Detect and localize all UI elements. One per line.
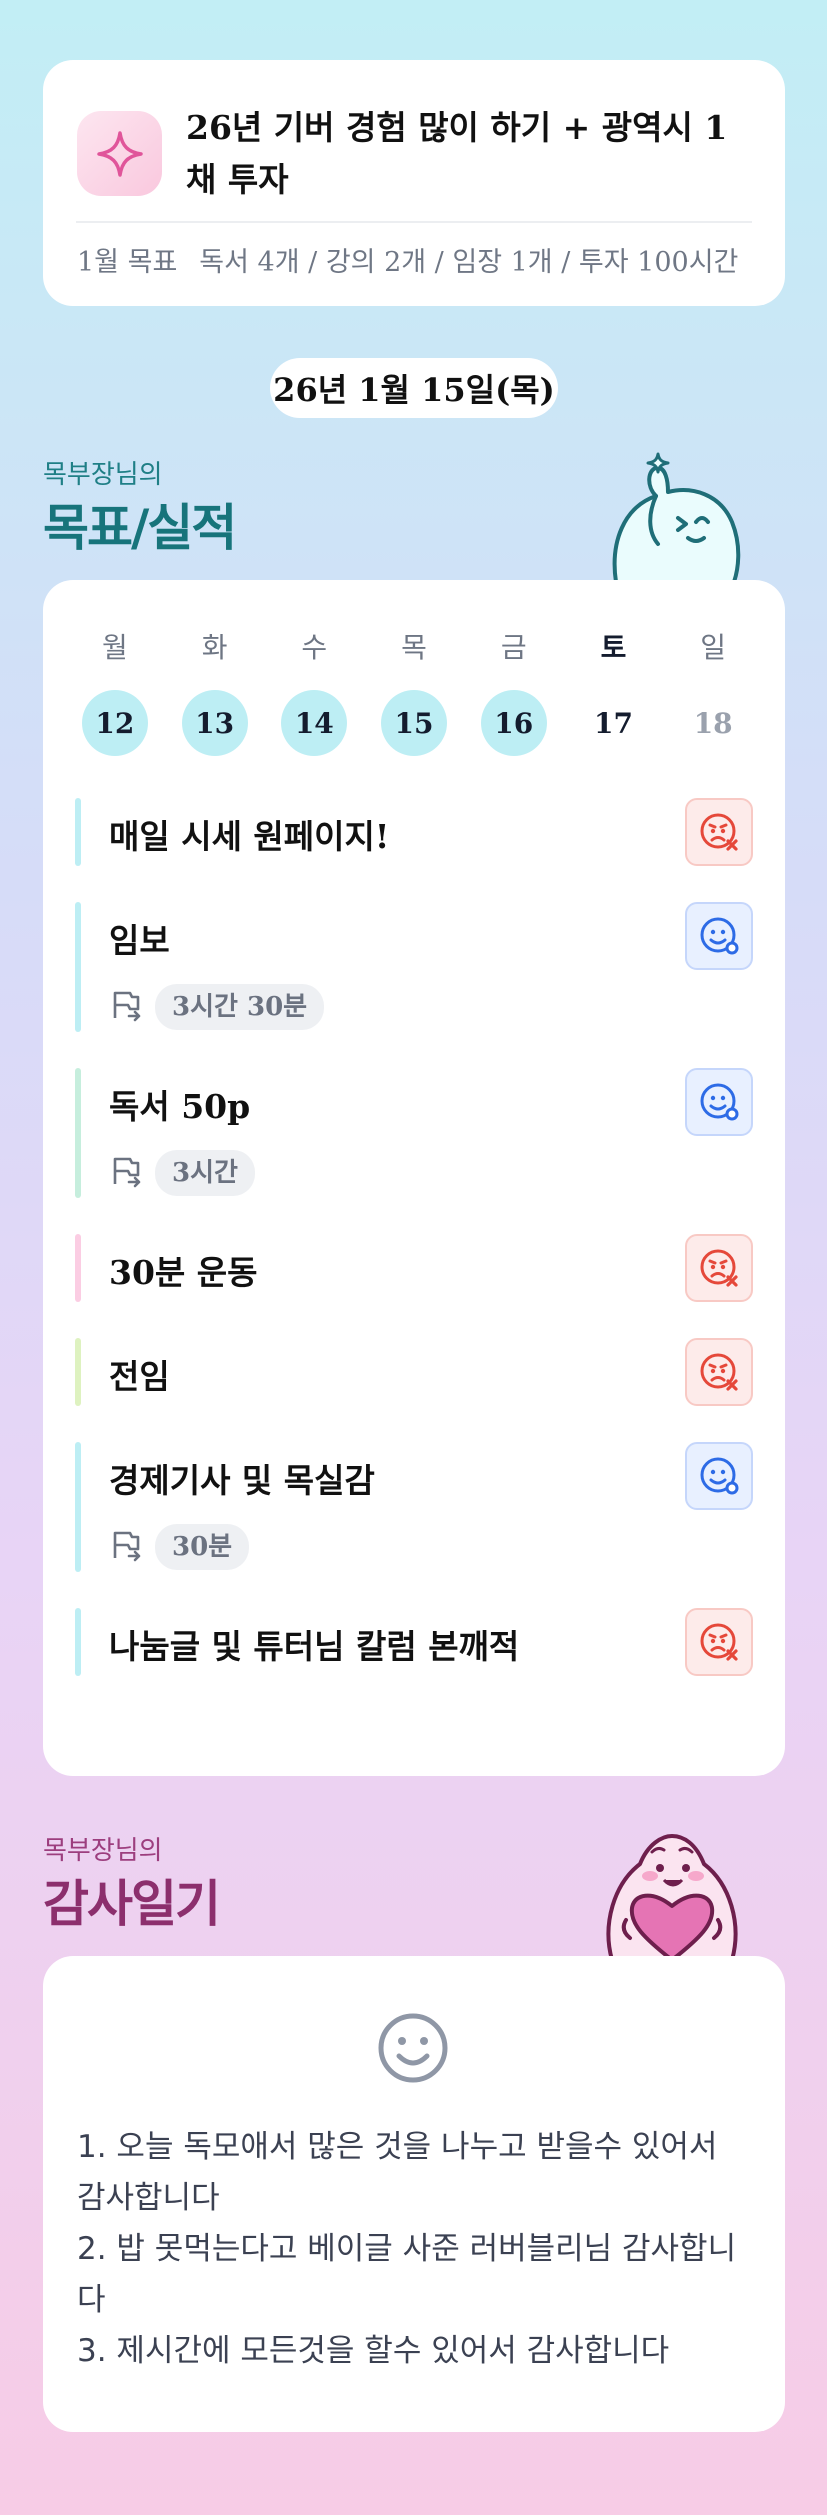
task-duration: 3시간 30분 [109, 984, 325, 1030]
task-item[interactable]: 임보 3시간 30분 [75, 902, 753, 1032]
weekday-label: 일 [700, 631, 727, 664]
task-name: 독서 50p [109, 1087, 251, 1126]
task-name: 임보 [109, 921, 170, 960]
goal-section-owner: 목부장님의 [43, 460, 163, 490]
task-color-bar [75, 1608, 81, 1676]
monthly-goal: 1월 목표 독서 4개 / 강의 2개 / 임장 1개 / 투자 100시간 [77, 240, 738, 279]
weekday-label: 수 [301, 631, 328, 664]
flag-icon [109, 1528, 143, 1566]
task-name: 나눔글 및 튜터님 칼럼 본깨적 [109, 1627, 520, 1666]
success-face-icon[interactable] [685, 1442, 753, 1510]
task-item[interactable]: 독서 50p 3시간 [75, 1068, 753, 1198]
task-color-bar [75, 1338, 81, 1406]
date-pill[interactable]: 26년 1월 15일(목) [270, 358, 558, 418]
date-number: 12 [81, 690, 148, 756]
goal-title: 26년 기버 경험 많이 하기 + 광역시 1채 투자 [186, 108, 728, 199]
gratitude-line: 3. 제시간에 모든것을 할수 있어서 감사합니다 [77, 2333, 670, 2369]
thanks-section-title: 감사일기 [43, 1875, 221, 1933]
date-cell[interactable]: 16 [464, 690, 564, 756]
date-cell[interactable]: 17 [564, 690, 664, 756]
fail-face-icon[interactable] [685, 1338, 753, 1406]
date-number: 17 [593, 706, 633, 740]
heart-hugging-character [606, 1834, 738, 1960]
flag-icon [109, 1154, 143, 1192]
thanks-section-owner: 목부장님의 [43, 1836, 163, 1866]
task-color-bar [75, 1068, 81, 1198]
goal-results-card: 월 화 수 목 금 토 일 12 13 14 15 16 17 18 매일 시세 원페이지! 임보 3시간 … [43, 580, 785, 1776]
date-number: 16 [480, 690, 547, 756]
weekday-label: 금 [500, 631, 527, 664]
duration-chip: 30분 [155, 1524, 250, 1570]
task-name: 30분 운동 [109, 1253, 258, 1292]
weekday-row: 월화수목금토일 [65, 626, 763, 666]
task-item[interactable]: 매일 시세 원페이지! [75, 798, 753, 866]
sparkle-icon [77, 111, 162, 196]
waving-character [612, 452, 741, 582]
smile-icon [378, 2013, 448, 2083]
fail-face-icon[interactable] [685, 1234, 753, 1302]
date-cell[interactable]: 18 [663, 690, 763, 756]
gratitude-card[interactable]: 1. 오늘 독모애서 많은 것을 나누고 받을수 있어서 감사합니다 2. 밥 … [43, 1956, 785, 2432]
monthly-goal-label: 1월 목표 [77, 247, 178, 278]
duration-chip: 3시간 30분 [155, 984, 325, 1030]
gratitude-text: 1. 오늘 독모애서 많은 것을 나누고 받을수 있어서 감사합니다 2. 밥 … [77, 2122, 755, 2377]
duration-chip: 3시간 [155, 1150, 255, 1196]
date-number: 14 [281, 690, 348, 756]
date-row: 12 13 14 15 16 17 18 [65, 690, 763, 756]
monthly-goal-text: 독서 4개 / 강의 2개 / 임장 1개 / 투자 100시간 [199, 247, 739, 278]
fail-face-icon[interactable] [685, 1608, 753, 1676]
date-number: 18 [693, 706, 733, 740]
task-name: 전임 [109, 1357, 170, 1396]
task-name: 경제기사 및 목실감 [109, 1461, 375, 1500]
task-item[interactable]: 경제기사 및 목실감 30분 [75, 1442, 753, 1572]
weekday-label: 목 [401, 631, 427, 664]
task-item[interactable]: 전임 [75, 1338, 753, 1406]
goal-card[interactable]: 26년 기버 경험 많이 하기 + 광역시 1채 투자 1월 목표 독서 4개 /… [43, 60, 785, 306]
weekday-label: 화 [201, 631, 228, 664]
date-cell[interactable]: 13 [165, 690, 265, 756]
success-face-icon[interactable] [685, 1068, 753, 1136]
success-face-icon[interactable] [685, 902, 753, 970]
task-color-bar [75, 1234, 81, 1302]
date-cell[interactable]: 15 [364, 690, 464, 756]
gratitude-line: 1. 오늘 독모애서 많은 것을 나누고 받을수 있어서 감사합니다 [77, 2129, 728, 2216]
task-color-bar [75, 902, 81, 1032]
task-duration: 3시간 [109, 1150, 255, 1196]
task-color-bar [75, 798, 81, 866]
divider [76, 221, 752, 223]
gratitude-line: 2. 밥 못먹는다고 베이글 사준 러버블리님 감사합니다 [77, 2231, 737, 2318]
task-item[interactable]: 나눔글 및 튜터님 칼럼 본깨적 [75, 1608, 753, 1676]
fail-face-icon[interactable] [685, 798, 753, 866]
date-number: 15 [381, 690, 448, 756]
task-color-bar [75, 1442, 81, 1572]
date-cell[interactable]: 12 [65, 690, 165, 756]
flag-icon [109, 988, 143, 1026]
date-cell[interactable]: 14 [264, 690, 364, 756]
weekday-label: 토 [600, 631, 627, 664]
task-name: 매일 시세 원페이지! [109, 817, 390, 856]
weekday-label: 월 [101, 631, 128, 664]
date-number: 13 [181, 690, 248, 756]
task-item[interactable]: 30분 운동 [75, 1234, 753, 1302]
task-duration: 30분 [109, 1524, 250, 1570]
goal-section-title: 목표/실적 [43, 499, 237, 557]
